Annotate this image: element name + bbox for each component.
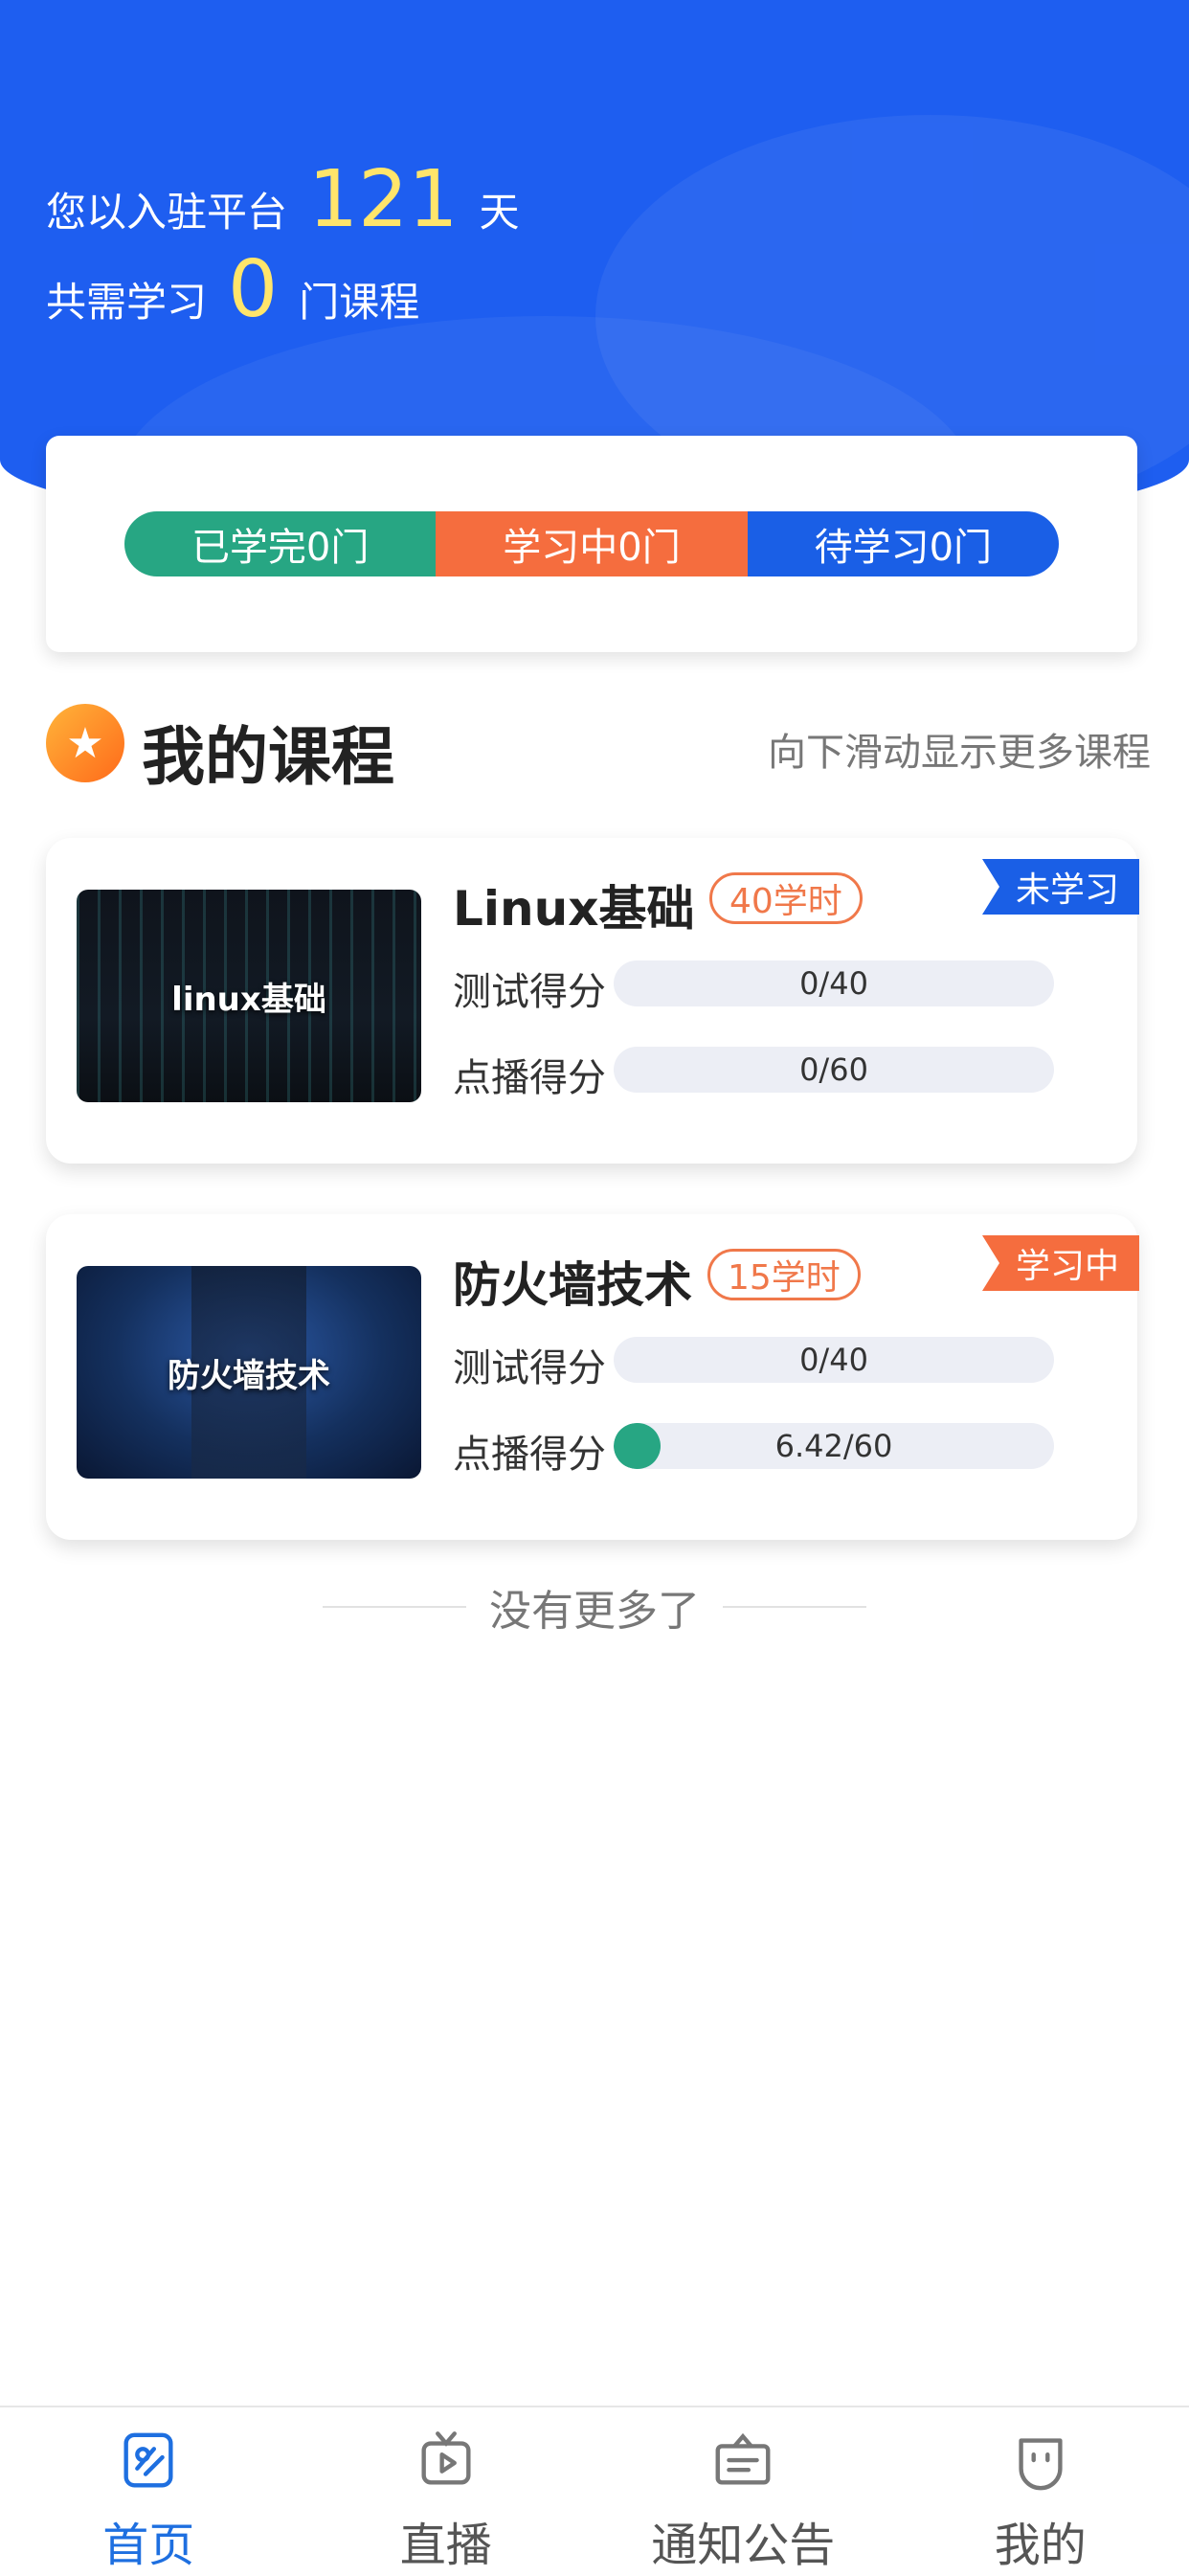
test-score-bar: 0/40 bbox=[614, 1337, 1054, 1383]
course-title[interactable]: Linux基础 bbox=[453, 870, 694, 939]
star-icon: ★ bbox=[46, 704, 124, 782]
tab-home[interactable]: 首页 bbox=[0, 2407, 298, 2576]
notice-board-icon bbox=[709, 2427, 776, 2494]
course-card[interactable]: linux基础 Linux基础 40学时 未学习 测试得分 0/40 点播得分 … bbox=[46, 838, 1137, 1164]
tab-live[interactable]: 直播 bbox=[298, 2407, 595, 2576]
vod-score-value: 0/60 bbox=[614, 1047, 1054, 1093]
test-score-bar: 0/40 bbox=[614, 960, 1054, 1006]
tab-label: 通知公告 bbox=[651, 2507, 835, 2574]
test-score-value: 0/40 bbox=[614, 960, 1054, 1006]
days-value: 121 bbox=[308, 161, 459, 239]
bottom-tab-bar: 首页 直播 通知公告 我的 bbox=[0, 2406, 1189, 2576]
vod-score-value: 6.42/60 bbox=[614, 1423, 1054, 1469]
thumbnail-text: linux基础 bbox=[171, 973, 326, 1020]
hours-badge: 15学时 bbox=[707, 1249, 861, 1300]
in-progress-segment[interactable]: 学习中0门 bbox=[436, 511, 747, 576]
profile-icon bbox=[1007, 2427, 1074, 2494]
courses-prefix: 共需学习 bbox=[46, 270, 207, 328]
test-score-label: 测试得分 bbox=[453, 960, 606, 1016]
course-status-bar: 已学完0门 学习中0门 待学习0门 bbox=[124, 511, 1059, 576]
status-ribbon: 未学习 bbox=[982, 859, 1139, 915]
courses-needed-line: 共需学习 0 门课程 bbox=[46, 251, 419, 329]
tab-label: 首页 bbox=[102, 2507, 194, 2574]
courses-suffix: 门课程 bbox=[299, 270, 419, 328]
days-prefix: 您以入驻平台 bbox=[46, 180, 287, 238]
completed-segment[interactable]: 已学完0门 bbox=[124, 511, 436, 576]
status-ribbon: 学习中 bbox=[982, 1235, 1139, 1291]
hours-badge: 40学时 bbox=[709, 872, 863, 924]
course-thumbnail[interactable]: 防火墙技术 bbox=[77, 1266, 421, 1479]
course-title[interactable]: 防火墙技术 bbox=[453, 1247, 692, 1316]
courses-value: 0 bbox=[228, 251, 278, 329]
test-score-value: 0/40 bbox=[614, 1337, 1054, 1383]
course-thumbnail[interactable]: linux基础 bbox=[77, 890, 421, 1102]
my-courses-header: ★ 我的课程 向下滑动显示更多课程 bbox=[46, 704, 1147, 790]
section-title: 我的课程 bbox=[142, 706, 394, 798]
progress-summary-card: 已学完0门 学习中0门 待学习0门 bbox=[46, 436, 1137, 652]
tab-label: 直播 bbox=[400, 2507, 492, 2574]
vod-score-bar: 0/60 bbox=[614, 1047, 1054, 1093]
tv-play-icon bbox=[413, 2427, 480, 2494]
course-card[interactable]: 防火墙技术 防火墙技术 15学时 学习中 测试得分 0/40 点播得分 6.42… bbox=[46, 1214, 1137, 1540]
pending-segment[interactable]: 待学习0门 bbox=[748, 511, 1059, 576]
days-suffix: 天 bbox=[480, 180, 520, 238]
thumbnail-text: 防火墙技术 bbox=[168, 1349, 330, 1396]
end-of-list: 没有更多了 bbox=[0, 1578, 1189, 1636]
vod-score-label: 点播得分 bbox=[453, 1047, 606, 1102]
no-more-text: 没有更多了 bbox=[489, 1576, 700, 1638]
tab-notices[interactable]: 通知公告 bbox=[594, 2407, 892, 2576]
divider bbox=[723, 1606, 866, 1608]
days-joined-line: 您以入驻平台 121 天 bbox=[46, 161, 520, 239]
test-score-label: 测试得分 bbox=[453, 1337, 606, 1392]
tab-profile[interactable]: 我的 bbox=[892, 2407, 1189, 2576]
tab-label: 我的 bbox=[995, 2507, 1087, 2574]
divider bbox=[323, 1606, 466, 1608]
scroll-hint: 向下滑动显示更多课程 bbox=[768, 721, 1151, 777]
home-icon bbox=[115, 2427, 182, 2494]
vod-score-bar: 6.42/60 bbox=[614, 1423, 1054, 1469]
vod-score-label: 点播得分 bbox=[453, 1423, 606, 1479]
